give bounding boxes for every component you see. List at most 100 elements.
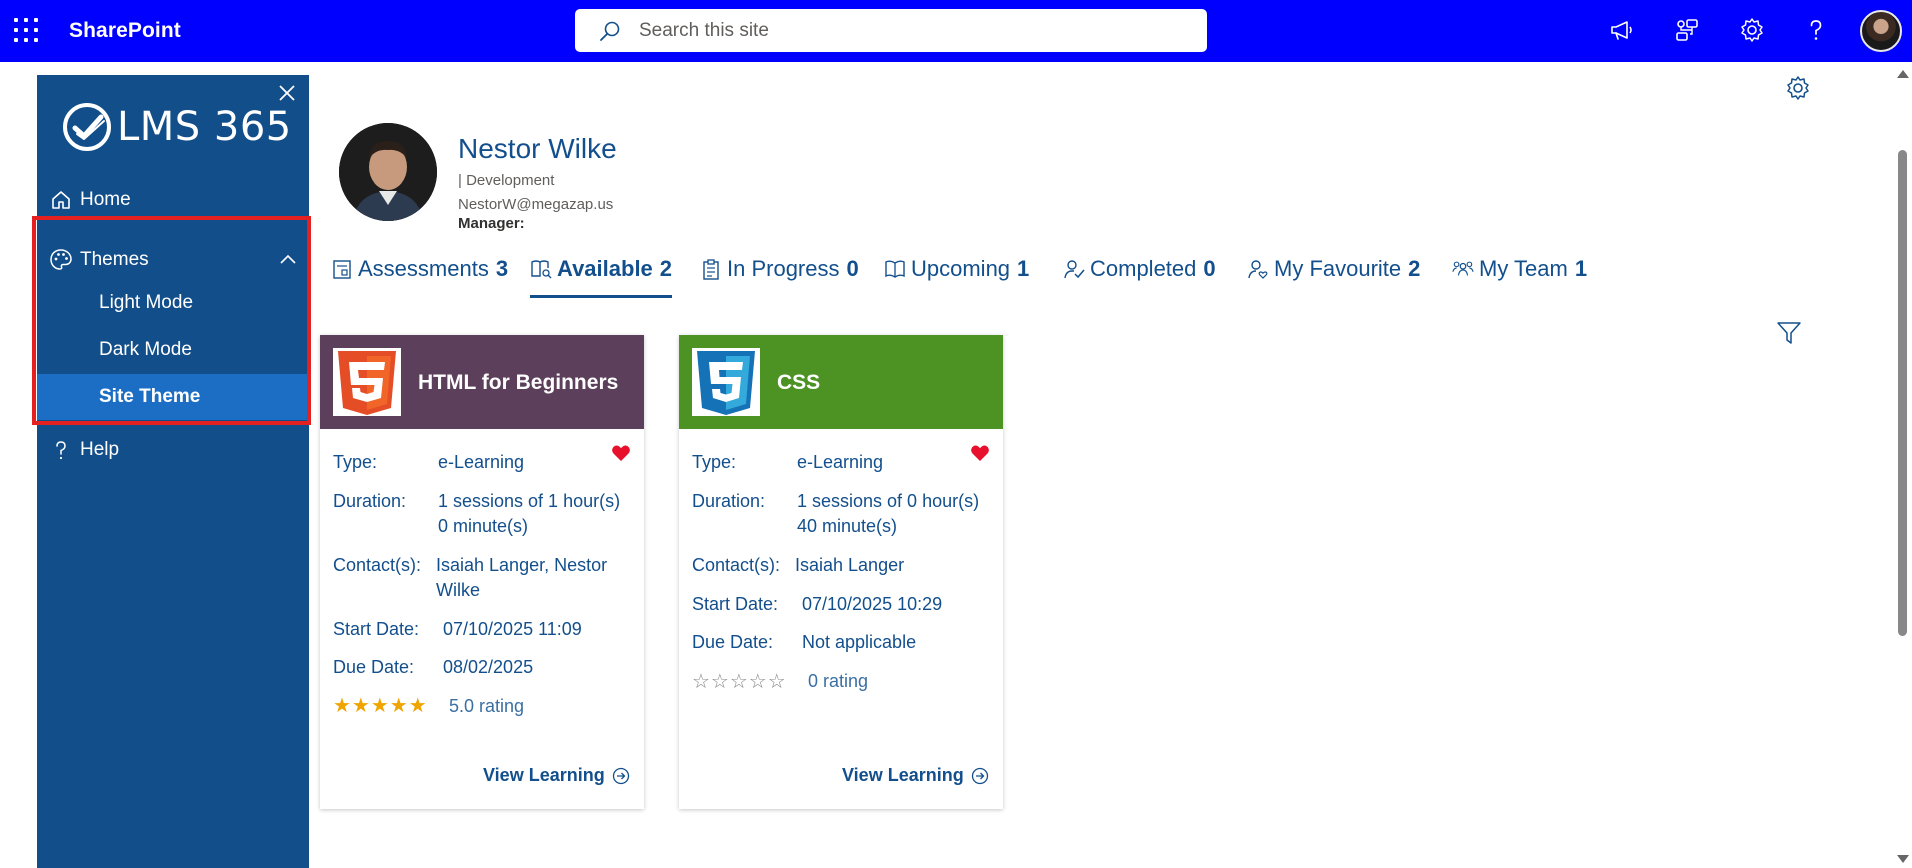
help-icon[interactable] xyxy=(1801,15,1831,45)
nav-home[interactable]: Home xyxy=(37,179,309,221)
scroll-down-arrow[interactable] xyxy=(1897,855,1909,863)
due-date-label: Due Date: xyxy=(333,657,415,677)
rating-stars[interactable]: ☆☆☆☆☆ xyxy=(692,669,787,694)
clipboard-icon xyxy=(700,256,722,282)
arrow-circle-right-icon xyxy=(612,767,629,784)
search-input[interactable] xyxy=(639,9,1179,52)
assessment-icon xyxy=(331,256,353,282)
theme-dark-mode[interactable]: Dark Mode xyxy=(37,327,309,373)
course-card[interactable]: HTML for Beginners Type: e-Learning Dura… xyxy=(320,335,644,809)
palette-icon xyxy=(49,248,73,272)
duration-value-line2: 0 minute(s) xyxy=(438,516,529,536)
arrow-circle-right-icon xyxy=(971,767,988,784)
tab-completed-label: Completed xyxy=(1090,256,1197,281)
course-card[interactable]: CSS Type: e-Learning Duration: 1 session… xyxy=(679,335,1003,809)
start-date-value: 07/10/2025 11:09 xyxy=(443,619,582,639)
nav-help-label: Help xyxy=(80,439,120,460)
contacts-value-line1: Isaiah Langer xyxy=(795,555,905,575)
course-card-header[interactable]: CSS xyxy=(679,335,1003,429)
tab-available-label: Available xyxy=(557,256,653,281)
tab-completed[interactable]: Completed 0 xyxy=(1063,256,1216,298)
profile-email: NestorW@megazap.us xyxy=(458,196,614,213)
profile-manager-label: Manager: xyxy=(458,215,525,232)
scroll-up-arrow[interactable] xyxy=(1897,70,1909,78)
tab-available-count: 2 xyxy=(659,256,673,281)
scroll-thumb[interactable] xyxy=(1898,150,1907,636)
course-card-header[interactable]: HTML for Beginners xyxy=(320,335,644,429)
tab-my-favourite[interactable]: My Favourite 2 xyxy=(1247,256,1420,298)
profile-department: | Development xyxy=(458,172,555,189)
start-date-label: Start Date: xyxy=(333,619,420,639)
theme-light-mode[interactable]: Light Mode xyxy=(37,280,309,326)
tab-my-favourite-count: 2 xyxy=(1408,256,1421,281)
tab-my-team[interactable]: My Team 1 xyxy=(1452,256,1587,298)
lms-sidebar: LMS 365 Home Themes Light Mode Dark Mode… xyxy=(37,75,309,868)
due-date-value: Not applicable xyxy=(802,632,917,652)
tab-my-team-label: My Team xyxy=(1479,256,1568,281)
theme-site-theme-label: Site Theme xyxy=(99,386,201,407)
lms-logo[interactable]: LMS 365 xyxy=(61,99,292,155)
theme-dark-mode-label: Dark Mode xyxy=(99,339,192,360)
page-settings-gear-icon[interactable] xyxy=(1785,75,1811,101)
profile-name: Nestor Wilke xyxy=(458,133,617,164)
rating-stars[interactable]: ★★★★★ xyxy=(333,693,428,718)
due-date-value: 08/02/2025 xyxy=(443,657,534,677)
nav-help[interactable]: Help xyxy=(37,429,309,471)
nav-themes-label: Themes xyxy=(80,249,149,270)
completed-icon xyxy=(1063,256,1085,282)
filter-icon[interactable] xyxy=(1776,320,1802,346)
duration-value-line2: 40 minute(s) xyxy=(797,516,898,536)
course-title[interactable]: CSS xyxy=(777,371,820,395)
waffle-icon[interactable] xyxy=(14,18,38,42)
tab-upcoming[interactable]: Upcoming 1 xyxy=(884,256,1029,298)
gear-icon[interactable] xyxy=(1737,15,1767,45)
megaphone-icon[interactable] xyxy=(1607,15,1637,45)
theme-light-mode-label: Light Mode xyxy=(99,292,194,313)
tab-in-progress-label: In Progress xyxy=(727,256,840,281)
duration-label: Duration: xyxy=(692,491,766,511)
rating-text: 5.0 rating xyxy=(449,696,525,716)
available-icon xyxy=(530,256,552,282)
type-label: Type: xyxy=(333,452,378,472)
favourite-person-icon xyxy=(1247,256,1269,282)
tab-in-progress-count: 0 xyxy=(846,256,859,281)
suite-header: SharePoint xyxy=(0,0,1912,62)
tab-assessments-label: Assessments xyxy=(358,256,489,281)
theme-site-theme[interactable]: Site Theme xyxy=(37,374,309,420)
tab-available[interactable]: Available 2 xyxy=(530,256,673,298)
duration-value-line1: 1 sessions of 0 hour(s) xyxy=(797,491,980,511)
nav-themes[interactable]: Themes xyxy=(37,237,309,283)
nav-home-label: Home xyxy=(80,189,131,210)
course-title[interactable]: HTML for Beginners xyxy=(418,371,618,395)
contacts-label: Contact(s): xyxy=(333,555,422,575)
css3-icon xyxy=(692,348,760,416)
logo-text: LMS 365 xyxy=(117,104,292,150)
heart-icon[interactable] xyxy=(611,443,631,463)
contacts-value-line1: Isaiah Langer, Nestor xyxy=(436,555,608,575)
rating-text: 0 rating xyxy=(808,671,869,691)
search-icon xyxy=(600,21,620,41)
home-icon xyxy=(49,188,73,212)
tab-in-progress[interactable]: In Progress 0 xyxy=(700,256,859,298)
view-learning-label: View Learning xyxy=(842,765,964,785)
heart-icon[interactable] xyxy=(970,443,990,463)
chevron-up-icon[interactable] xyxy=(279,252,297,266)
app-root: SharePoint Search this site LMS 365 Home… xyxy=(0,0,1912,868)
due-date-label: Due Date: xyxy=(692,632,774,652)
book-icon xyxy=(884,256,906,282)
tab-assessments-count: 3 xyxy=(495,256,509,281)
user-avatar[interactable] xyxy=(1860,10,1902,52)
team-icon xyxy=(1452,256,1474,282)
search-box[interactable] xyxy=(575,9,1207,52)
brand-title[interactable]: SharePoint xyxy=(69,19,181,43)
view-learning-label: View Learning xyxy=(483,765,605,785)
view-learning-link[interactable]: View Learning xyxy=(842,765,989,786)
connections-icon[interactable] xyxy=(1672,15,1702,45)
tab-my-favourite-label: My Favourite xyxy=(1274,256,1402,281)
contacts-label: Contact(s): xyxy=(692,555,781,575)
tab-assessments[interactable]: Assessments 3 xyxy=(331,256,508,298)
question-icon xyxy=(49,438,73,462)
profile-avatar xyxy=(339,123,437,221)
view-learning-link[interactable]: View Learning xyxy=(483,765,630,786)
tab-upcoming-count: 1 xyxy=(1017,256,1030,281)
